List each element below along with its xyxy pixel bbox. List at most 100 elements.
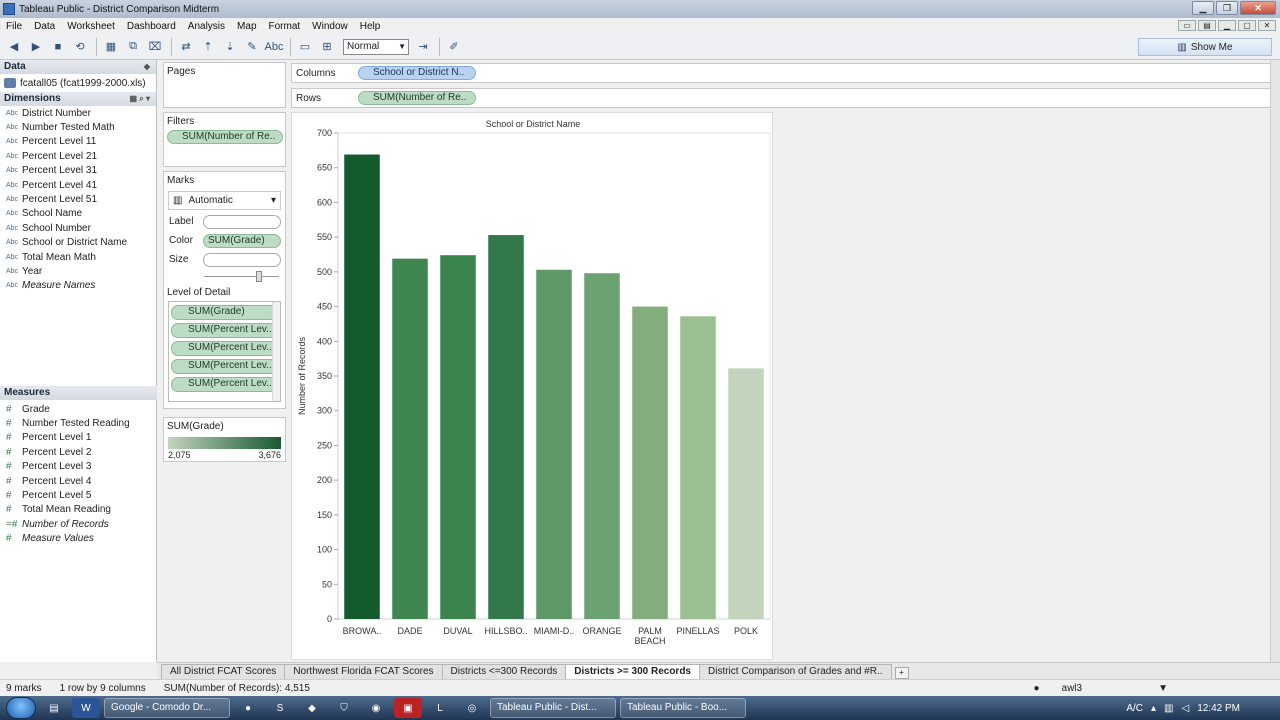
columns-pill[interactable]: School or District N..	[358, 66, 476, 80]
firefox-icon[interactable]: ●	[234, 698, 262, 718]
measure-field[interactable]: # Grade	[0, 402, 157, 416]
measure-field[interactable]: # Percent Level 3	[0, 460, 157, 474]
swap-icon[interactable]: ⇄	[176, 37, 196, 57]
size-slider[interactable]	[204, 269, 279, 283]
duplicate-sheet-icon[interactable]: ⧉	[123, 37, 143, 57]
clear-sheet-icon[interactable]: ⌧	[145, 37, 165, 57]
dimension-field[interactable]: Abc Percent Level 51	[0, 192, 156, 206]
skype-icon[interactable]: S	[266, 698, 294, 718]
fit-icon[interactable]: ⊞	[317, 37, 337, 57]
lod-pill[interactable]: SUM(Percent Lev..	[171, 323, 277, 338]
presentation-icon[interactable]: ▭	[295, 37, 315, 57]
fix-axes-icon[interactable]: ⇥	[413, 37, 433, 57]
word-icon[interactable]: W	[72, 698, 100, 718]
dimension-field[interactable]: Abc Year	[0, 264, 156, 278]
save-icon[interactable]: ■	[48, 37, 68, 57]
sort-descending-icon[interactable]: ⇣	[220, 37, 240, 57]
user-indicator[interactable]: ● awl3 ▼	[1027, 683, 1180, 694]
datasource-item[interactable]: fcatall05 (fcat1999-2000.xls)	[0, 74, 156, 92]
taskbar-task-browser[interactable]: Google - Comodo Dr...	[104, 698, 230, 718]
visual-studio-icon[interactable]: ◆	[298, 698, 326, 718]
bar[interactable]	[488, 235, 524, 619]
fit-size-select[interactable]: Normal ▼	[343, 38, 409, 55]
menu-format[interactable]: Format	[263, 21, 307, 32]
bar[interactable]	[632, 306, 668, 619]
network-icon[interactable]: ▥	[1164, 703, 1173, 714]
measure-field[interactable]: =# Number of Records	[0, 517, 157, 531]
pin-icon[interactable]: ◆	[144, 60, 150, 74]
doc-maximize-icon[interactable]: ▢	[1238, 20, 1256, 31]
color-pill[interactable]: SUM(Grade)	[203, 233, 281, 248]
dimension-field[interactable]: Abc School or District Name	[0, 236, 156, 250]
bar[interactable]	[344, 154, 380, 619]
sort-ascending-icon[interactable]: ⇡	[198, 37, 218, 57]
right-scrollbar[interactable]	[1270, 60, 1280, 662]
show-me-button[interactable]: ▥ Show Me	[1138, 38, 1272, 56]
bar[interactable]	[584, 273, 620, 619]
sheet-tab[interactable]: Districts <=300 Records	[441, 664, 567, 679]
bar[interactable]	[440, 255, 476, 620]
dimension-field[interactable]: Abc District Number	[0, 106, 156, 120]
lod-pill[interactable]: SUM(Percent Lev..	[171, 359, 277, 374]
measure-field[interactable]: # Total Mean Reading	[0, 503, 157, 517]
clock[interactable]: 12:42 PM	[1197, 703, 1240, 714]
bar[interactable]	[728, 368, 764, 619]
measure-field[interactable]: # Percent Level 2	[0, 445, 157, 459]
menu-analysis[interactable]: Analysis	[182, 21, 231, 32]
sheet-tab[interactable]: Northwest Florida FCAT Scores	[284, 664, 443, 679]
doc-tile-icon[interactable]: ▤	[1198, 20, 1216, 31]
dimensions-menu-icon[interactable]: ▦ ⌕ ▾	[130, 92, 151, 106]
measure-field[interactable]: # Number Tested Reading	[0, 416, 157, 430]
show-mark-labels-button[interactable]: Abc	[264, 37, 284, 57]
shield-icon[interactable]: ⛉	[330, 698, 358, 718]
volume-icon[interactable]: ◁	[1181, 703, 1189, 714]
dimension-field[interactable]: Abc School Number	[0, 221, 156, 235]
measure-field[interactable]: # Percent Level 5	[0, 488, 157, 502]
measure-field[interactable]: # Percent Level 4	[0, 474, 157, 488]
bar[interactable]	[536, 269, 572, 619]
measure-field[interactable]: # Measure Values	[0, 532, 157, 546]
network-app-icon[interactable]: ◎	[458, 698, 486, 718]
dimension-field[interactable]: Abc Percent Level 11	[0, 135, 156, 149]
minimize-icon[interactable]: ▁	[1192, 1, 1214, 15]
tray-arrow-icon[interactable]: ▴	[1151, 703, 1156, 714]
highlight-icon[interactable]: ✎	[242, 37, 262, 57]
back-icon[interactable]: ◀	[4, 37, 24, 57]
red-app-icon[interactable]: ▣	[394, 698, 422, 718]
filter-pill[interactable]: SUM(Number of Re..	[167, 130, 283, 144]
new-worksheet-icon[interactable]: ▦	[101, 37, 121, 57]
label-shelf[interactable]	[203, 214, 281, 229]
lod-shelf[interactable]: SUM(Grade) SUM(Percent Lev.. SUM(Percent L…	[168, 301, 281, 402]
bar[interactable]	[392, 258, 428, 619]
start-button[interactable]	[6, 697, 36, 719]
menu-window[interactable]: Window	[306, 21, 354, 32]
dimension-field[interactable]: Abc School Name	[0, 207, 156, 221]
lod-pill[interactable]: SUM(Percent Lev..	[171, 341, 277, 356]
lod-pill[interactable]: SUM(Percent Lev..	[171, 377, 277, 392]
pen-icon[interactable]: ✐	[444, 37, 464, 57]
explorer-icon[interactable]: ▤	[40, 698, 68, 718]
lod-pill[interactable]: SUM(Grade)	[171, 305, 277, 320]
sheet-tab[interactable]: District Comparison of Grades and #R..	[699, 664, 892, 679]
bar[interactable]	[680, 316, 716, 619]
pages-card[interactable]: Pages	[163, 62, 286, 108]
dimension-field[interactable]: Abc Measure Names	[0, 279, 156, 293]
lod-scrollbar[interactable]	[272, 302, 280, 401]
menu-file[interactable]: File	[0, 21, 28, 32]
taskbar-task-tableau-2[interactable]: Tableau Public - Boo...	[620, 698, 746, 718]
dimension-field[interactable]: Abc Total Mean Math	[0, 250, 156, 264]
app-icon[interactable]: ◉	[362, 698, 390, 718]
dimension-field[interactable]: Abc Percent Level 41	[0, 178, 156, 192]
measure-field[interactable]: # Percent Level 1	[0, 431, 157, 445]
maximize-icon[interactable]: ❐	[1216, 1, 1238, 15]
forward-icon[interactable]: ▶	[26, 37, 46, 57]
dimension-field[interactable]: Abc Number Tested Math	[0, 120, 156, 134]
taskbar-task-tableau-1[interactable]: Tableau Public - Dist...	[490, 698, 616, 718]
sheet-tab[interactable]: Districts >= 300 Records	[565, 664, 700, 679]
doc-restore-icon[interactable]: ▭	[1178, 20, 1196, 31]
sheet-tab[interactable]: All District FCAT Scores	[161, 664, 286, 679]
menu-help[interactable]: Help	[354, 21, 387, 32]
rows-pill[interactable]: SUM(Number of Re..	[358, 91, 476, 105]
menu-worksheet[interactable]: Worksheet	[61, 21, 121, 32]
dark-app-icon[interactable]: L	[426, 698, 454, 718]
